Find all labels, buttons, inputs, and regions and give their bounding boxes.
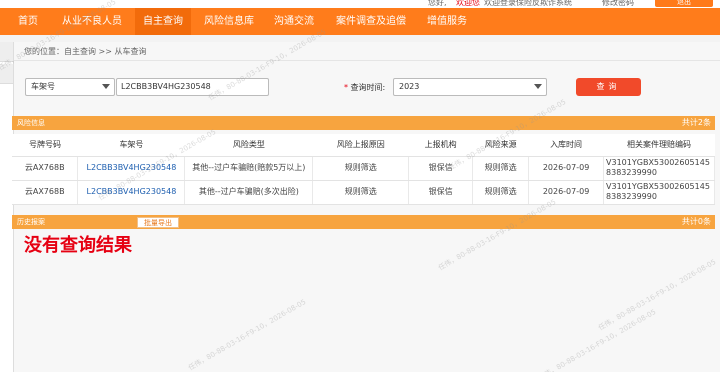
divider xyxy=(14,60,720,61)
sidebar-tab[interactable] xyxy=(0,42,13,62)
risk-type-cell: 其他--过户车骗赔(多次出险) xyxy=(184,180,314,205)
nav-item-home[interactable]: 首页 xyxy=(18,8,38,35)
vin-input[interactable]: L2CBB3BV4HG230548 xyxy=(116,78,269,96)
risk-table: 号牌号码 车架号 风险类型 风险上报原因 上报机构 风险来源 入库时间 相关案件… xyxy=(12,134,715,205)
main-nav: 首页 从业不良人员 自主查询 风险信息库 沟通交流 案件调查及追偿 增值服务 xyxy=(0,8,720,35)
report-reason-cell: 规则筛选 xyxy=(312,156,410,181)
history-panel-total: 共计0条 xyxy=(681,217,711,226)
query-time-label: * 查询时间: xyxy=(344,82,385,93)
nav-item-self-query[interactable]: 自主查询 xyxy=(135,8,191,35)
column-header: 风险上报原因 xyxy=(312,134,409,157)
welcome-text: 欢迎登录保险反欺诈系统 xyxy=(484,0,572,7)
username-text: 欢迎您 xyxy=(456,0,480,7)
storage-time-cell: 2026-07-09 xyxy=(528,156,605,181)
batch-export-button[interactable]: 批量导出 xyxy=(137,217,179,228)
year-select[interactable]: 2023 xyxy=(393,78,547,96)
logout-button[interactable]: 退出 xyxy=(655,0,713,7)
column-header: 风险来源 xyxy=(472,134,529,157)
required-mark: * xyxy=(344,83,348,92)
sidebar-collapsed xyxy=(0,42,14,372)
case-code-cell: V3101YGBX530026051458383239990 xyxy=(603,156,715,181)
field-type-select[interactable]: 车架号 xyxy=(25,78,115,96)
sidebar-tab[interactable] xyxy=(0,64,13,84)
table-row: 云AX768B L2CBB3BV4HG230548 其他--过户车骗赔(赔款5万… xyxy=(12,156,715,181)
column-header: 号牌号码 xyxy=(12,134,78,157)
greeting-text: 您好, xyxy=(428,0,447,7)
vin-link[interactable]: L2CBB3BV4HG230548 xyxy=(77,156,186,181)
column-header: 风险类型 xyxy=(184,134,313,157)
year-value: 2023 xyxy=(399,82,420,91)
nav-item-bad-personnel[interactable]: 从业不良人员 xyxy=(62,8,122,35)
vin-link[interactable]: L2CBB3BV4HG230548 xyxy=(77,180,186,205)
history-panel-title: 历史报案 xyxy=(17,218,45,226)
nav-item-case-investigation[interactable]: 案件调查及追偿 xyxy=(336,8,406,35)
report-reason-cell: 规则筛选 xyxy=(312,180,410,205)
table-row: 云AX768B L2CBB3BV4HG230548 其他--过户车骗赔(多次出险… xyxy=(12,180,715,205)
field-type-value: 车架号 xyxy=(31,82,55,91)
history-panel-header: 历史报案 批量导出 共计0条 xyxy=(12,215,715,229)
chevron-down-icon xyxy=(534,84,542,89)
query-time-label-text: 查询时间: xyxy=(350,83,386,92)
column-header: 车架号 xyxy=(77,134,185,157)
nav-item-value-added[interactable]: 增值服务 xyxy=(427,8,467,35)
column-header: 相关案件理赔编码 xyxy=(603,134,715,157)
nav-item-communication[interactable]: 沟通交流 xyxy=(274,8,314,35)
column-header: 入库时间 xyxy=(528,134,604,157)
change-password-link[interactable]: 修改密码 xyxy=(602,0,634,8)
column-header: 上报机构 xyxy=(408,134,473,157)
report-org-cell: 银保信 xyxy=(408,180,474,205)
storage-time-cell: 2026-07-09 xyxy=(528,180,605,205)
risk-source-cell: 规则筛选 xyxy=(472,156,530,181)
report-org-cell: 银保信 xyxy=(408,156,474,181)
query-button[interactable]: 查询 xyxy=(576,78,641,96)
chevron-down-icon xyxy=(102,84,110,89)
plate-cell: 云AX768B xyxy=(12,156,79,181)
case-code-cell: V3101YGBX530026051458383239990 xyxy=(603,180,715,205)
table-header-row: 号牌号码 车架号 风险类型 风险上报原因 上报机构 风险来源 入库时间 相关案件… xyxy=(12,134,715,157)
risk-type-cell: 其他--过户车骗赔(赔款5万以上) xyxy=(184,156,314,181)
nav-item-risk-db[interactable]: 风险信息库 xyxy=(204,8,254,35)
risk-panel-total: 共计2条 xyxy=(681,118,711,127)
breadcrumb: 您的位置：自主查询 >> 从车查询 xyxy=(24,47,147,56)
risk-source-cell: 规则筛选 xyxy=(472,180,530,205)
risk-panel-header: 风险信息 共计2条 xyxy=(12,116,715,130)
no-result-text: 没有查询结果 xyxy=(24,235,132,256)
top-strip: 您好, 欢迎您 欢迎登录保险反欺诈系统 修改密码 退出 xyxy=(0,0,720,8)
plate-cell: 云AX768B xyxy=(12,180,79,205)
risk-panel-title: 风险信息 xyxy=(17,119,45,127)
